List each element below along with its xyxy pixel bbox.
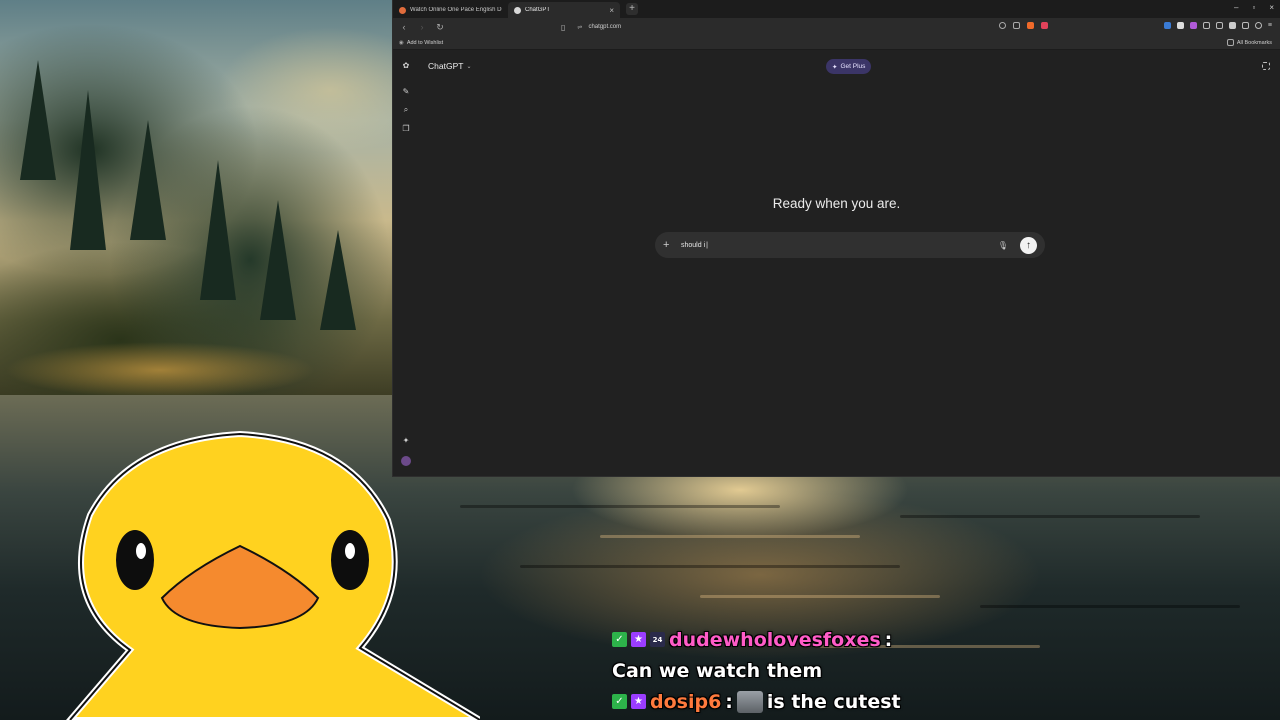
share-icon[interactable] (1013, 22, 1020, 29)
duck-eye-highlight (136, 543, 146, 559)
attach-plus-icon[interactable]: + (663, 239, 677, 251)
all-bookmarks[interactable]: All Bookmarks (1226, 39, 1272, 46)
tab-favicon-icon (399, 6, 406, 14)
duck-eye-left (116, 530, 154, 590)
tree (320, 230, 356, 330)
minimize-button[interactable]: – (1234, 3, 1238, 12)
sidebar-rail: ✿ ✎ ⌕ ❐ ✦ (393, 51, 419, 476)
chat-message: Can we watch them (612, 655, 1272, 686)
address-bar-actions (999, 22, 1048, 29)
temporary-chat-icon[interactable] (1262, 62, 1270, 70)
vip-star-badge-icon: ★ (631, 694, 646, 709)
new-chat-icon[interactable]: ✎ (401, 87, 411, 97)
hero-heading: Ready when you are. (772, 196, 901, 211)
profile-icon[interactable] (1241, 22, 1249, 29)
bookmark-add-to-wishlist[interactable]: Add to Wishlist (407, 40, 443, 46)
puzzle-icon[interactable] (1202, 22, 1210, 29)
maximize-button[interactable]: ▫ (1252, 3, 1255, 12)
menu-icon[interactable]: ≡ (1268, 22, 1272, 29)
tab-chatgpt[interactable]: ChatGPT × (508, 2, 620, 18)
tree (130, 120, 166, 240)
extension-icon[interactable] (1189, 22, 1197, 29)
zoom-icon[interactable] (999, 22, 1006, 29)
get-plus-button[interactable]: ✦ Get Plus (826, 59, 872, 74)
tree (200, 160, 236, 300)
tab-close-icon[interactable]: × (609, 6, 614, 15)
model-label: ChatGPT (428, 61, 464, 71)
tree (20, 60, 56, 180)
back-icon[interactable]: ‹ (399, 22, 409, 32)
tree (260, 200, 296, 320)
forward-icon[interactable]: › (417, 22, 427, 32)
duck-eye-right (331, 530, 369, 590)
vpn-icon[interactable] (1254, 22, 1262, 29)
send-button[interactable]: ↑ (1020, 236, 1037, 254)
chat-message: ✓ ★ dosip6: is the cutest (612, 686, 1272, 717)
brave-shields-icon[interactable] (1027, 22, 1034, 29)
chat-separator: : (725, 690, 733, 713)
chat-text: Can we watch them (612, 659, 823, 682)
new-tab-button[interactable]: + (626, 3, 638, 15)
extensions-area: ≡ (1163, 22, 1272, 29)
shore (0, 330, 400, 400)
wishlist-icon: ◉ (399, 39, 404, 46)
tab-one-pace[interactable]: Watch Online One Pace English Dub (393, 2, 508, 18)
extension-icon[interactable] (1163, 22, 1171, 29)
folder-icon (1226, 39, 1234, 46)
close-window-button[interactable]: × (1269, 3, 1274, 12)
chat-username: dosip6 (650, 690, 722, 713)
all-bookmarks-label: All Bookmarks (1236, 39, 1272, 46)
brave-rewards-icon[interactable] (1041, 22, 1048, 29)
extension-icon[interactable] (1176, 22, 1184, 29)
window-controls: – ▫ × (1234, 3, 1274, 12)
browser-window: Watch Online One Pace English Dub ChatGP… (393, 0, 1280, 476)
wallet-icon[interactable] (1228, 22, 1236, 29)
moderator-badge-icon: ✓ (612, 694, 627, 709)
prompt-composer: + should i 🎙 ↑ (655, 232, 1045, 258)
get-plus-label: Get Plus (840, 63, 866, 70)
openai-logo-icon[interactable]: ✿ (401, 61, 411, 71)
chatgpt-favicon-icon (514, 6, 521, 14)
reload-icon[interactable]: ↻ (435, 22, 445, 33)
chat-emote-icon (736, 690, 763, 713)
tab-label: Watch Online One Pace English Dub (410, 7, 502, 13)
tab-strip: Watch Online One Pace English Dub ChatGP… (393, 0, 1280, 18)
moderator-badge-icon: ✓ (612, 632, 627, 647)
microphone-icon[interactable]: 🎙 (998, 241, 1008, 250)
address-bar[interactable]: ▯ ⇌ chatgpt.com (561, 20, 1061, 34)
site-info-icon[interactable]: ⇌ (577, 24, 582, 31)
library-icon[interactable]: ❐ (401, 124, 411, 134)
prompt-input[interactable]: should i (677, 242, 998, 249)
chat-separator: : (884, 628, 893, 651)
bookmark-page-icon[interactable]: ▯ (561, 23, 565, 32)
chat-username: dudewholovesfoxes (669, 628, 881, 651)
stream-chat-overlay: ✓ ★ 24 dudewholovesfoxes: Can we watch t… (612, 624, 1272, 717)
chat-text: is the cutest (766, 690, 901, 713)
sparkle-icon: ✦ (832, 63, 838, 71)
subscriber-badge-icon: 24 (650, 632, 665, 647)
tab-label: ChatGPT (525, 7, 551, 13)
duck-mascot (66, 430, 480, 720)
chatgpt-app: ✿ ✎ ⌕ ❐ ✦ ChatGPT ⌄ ✦ Get Plus Ready whe… (393, 51, 1280, 476)
duck-eye-highlight (345, 543, 355, 559)
model-selector[interactable]: ChatGPT ⌄ (428, 61, 471, 71)
sidebar-icon[interactable] (1215, 22, 1223, 29)
chevron-down-icon: ⌄ (466, 63, 472, 70)
chat-message: ✓ ★ 24 dudewholovesfoxes: (612, 624, 1272, 655)
search-icon[interactable]: ⌕ (401, 105, 411, 115)
bookmarks-bar: ◉ Add to Wishlist All Bookmarks (393, 36, 1280, 50)
address-text: chatgpt.com (588, 24, 622, 30)
tree (70, 90, 106, 250)
vip-star-badge-icon: ★ (631, 632, 646, 647)
